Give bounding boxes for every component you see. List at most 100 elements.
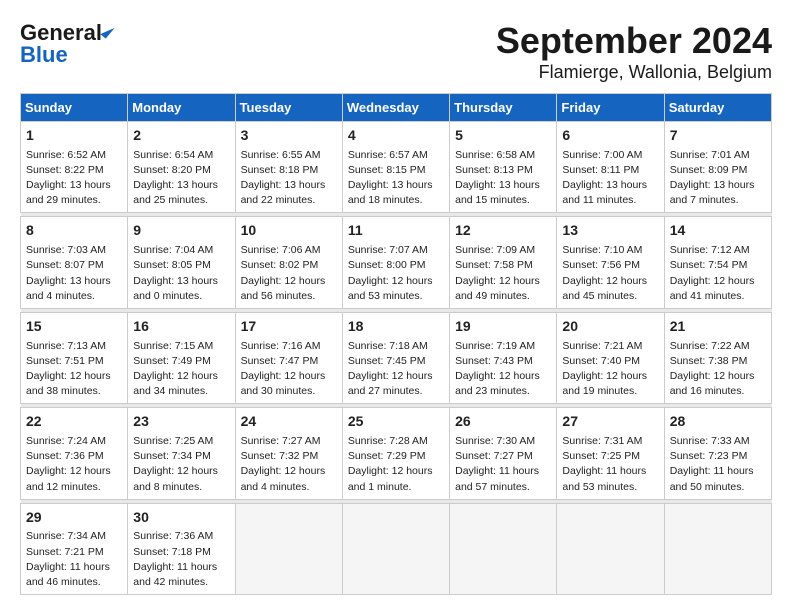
day-number: 4 bbox=[348, 126, 444, 146]
calendar-cell: 4Sunrise: 6:57 AM Sunset: 8:15 PM Daylig… bbox=[342, 122, 449, 213]
day-number: 7 bbox=[670, 126, 766, 146]
day-number: 29 bbox=[26, 508, 122, 528]
day-info: Sunrise: 7:12 AM Sunset: 7:54 PM Dayligh… bbox=[670, 243, 766, 304]
location: Flamierge, Wallonia, Belgium bbox=[496, 62, 772, 83]
calendar-cell: 3Sunrise: 6:55 AM Sunset: 8:18 PM Daylig… bbox=[235, 122, 342, 213]
calendar-cell: 1Sunrise: 6:52 AM Sunset: 8:22 PM Daylig… bbox=[21, 122, 128, 213]
calendar-cell bbox=[557, 503, 664, 594]
day-info: Sunrise: 7:22 AM Sunset: 7:38 PM Dayligh… bbox=[670, 339, 766, 400]
day-info: Sunrise: 7:33 AM Sunset: 7:23 PM Dayligh… bbox=[670, 434, 766, 495]
day-number: 26 bbox=[455, 412, 551, 432]
day-info: Sunrise: 7:21 AM Sunset: 7:40 PM Dayligh… bbox=[562, 339, 658, 400]
weekday-header-wednesday: Wednesday bbox=[342, 94, 449, 122]
calendar-cell: 26Sunrise: 7:30 AM Sunset: 7:27 PM Dayli… bbox=[450, 408, 557, 499]
day-number: 10 bbox=[241, 221, 337, 241]
calendar-cell: 29Sunrise: 7:34 AM Sunset: 7:21 PM Dayli… bbox=[21, 503, 128, 594]
weekday-header-monday: Monday bbox=[128, 94, 235, 122]
day-number: 24 bbox=[241, 412, 337, 432]
calendar-cell bbox=[342, 503, 449, 594]
day-info: Sunrise: 7:16 AM Sunset: 7:47 PM Dayligh… bbox=[241, 339, 337, 400]
day-number: 21 bbox=[670, 317, 766, 337]
day-number: 1 bbox=[26, 126, 122, 146]
calendar-week-4: 22Sunrise: 7:24 AM Sunset: 7:36 PM Dayli… bbox=[21, 408, 772, 499]
day-info: Sunrise: 7:04 AM Sunset: 8:05 PM Dayligh… bbox=[133, 243, 229, 304]
day-number: 12 bbox=[455, 221, 551, 241]
calendar-cell: 8Sunrise: 7:03 AM Sunset: 8:07 PM Daylig… bbox=[21, 217, 128, 308]
calendar-cell: 5Sunrise: 6:58 AM Sunset: 8:13 PM Daylig… bbox=[450, 122, 557, 213]
day-number: 23 bbox=[133, 412, 229, 432]
weekday-header-tuesday: Tuesday bbox=[235, 94, 342, 122]
day-info: Sunrise: 7:15 AM Sunset: 7:49 PM Dayligh… bbox=[133, 339, 229, 400]
day-info: Sunrise: 7:24 AM Sunset: 7:36 PM Dayligh… bbox=[26, 434, 122, 495]
calendar-cell: 25Sunrise: 7:28 AM Sunset: 7:29 PM Dayli… bbox=[342, 408, 449, 499]
day-info: Sunrise: 7:09 AM Sunset: 7:58 PM Dayligh… bbox=[455, 243, 551, 304]
calendar-cell: 23Sunrise: 7:25 AM Sunset: 7:34 PM Dayli… bbox=[128, 408, 235, 499]
title-block: September 2024 Flamierge, Wallonia, Belg… bbox=[496, 20, 772, 83]
calendar-cell: 20Sunrise: 7:21 AM Sunset: 7:40 PM Dayli… bbox=[557, 312, 664, 403]
calendar-cell: 16Sunrise: 7:15 AM Sunset: 7:49 PM Dayli… bbox=[128, 312, 235, 403]
page-header: General Blue September 2024 Flamierge, W… bbox=[20, 20, 772, 83]
day-info: Sunrise: 6:54 AM Sunset: 8:20 PM Dayligh… bbox=[133, 148, 229, 209]
calendar-header-row: SundayMondayTuesdayWednesdayThursdayFrid… bbox=[21, 94, 772, 122]
day-info: Sunrise: 7:30 AM Sunset: 7:27 PM Dayligh… bbox=[455, 434, 551, 495]
day-number: 22 bbox=[26, 412, 122, 432]
day-number: 18 bbox=[348, 317, 444, 337]
day-number: 20 bbox=[562, 317, 658, 337]
weekday-header-saturday: Saturday bbox=[664, 94, 771, 122]
logo-arrow-icon bbox=[100, 23, 114, 38]
calendar-cell: 7Sunrise: 7:01 AM Sunset: 8:09 PM Daylig… bbox=[664, 122, 771, 213]
weekday-header-friday: Friday bbox=[557, 94, 664, 122]
day-info: Sunrise: 6:58 AM Sunset: 8:13 PM Dayligh… bbox=[455, 148, 551, 209]
day-number: 11 bbox=[348, 221, 444, 241]
weekday-header-thursday: Thursday bbox=[450, 94, 557, 122]
day-info: Sunrise: 6:52 AM Sunset: 8:22 PM Dayligh… bbox=[26, 148, 122, 209]
day-number: 28 bbox=[670, 412, 766, 432]
day-info: Sunrise: 7:13 AM Sunset: 7:51 PM Dayligh… bbox=[26, 339, 122, 400]
calendar-cell: 6Sunrise: 7:00 AM Sunset: 8:11 PM Daylig… bbox=[557, 122, 664, 213]
calendar-cell: 27Sunrise: 7:31 AM Sunset: 7:25 PM Dayli… bbox=[557, 408, 664, 499]
day-info: Sunrise: 7:07 AM Sunset: 8:00 PM Dayligh… bbox=[348, 243, 444, 304]
calendar-cell: 13Sunrise: 7:10 AM Sunset: 7:56 PM Dayli… bbox=[557, 217, 664, 308]
day-info: Sunrise: 7:36 AM Sunset: 7:18 PM Dayligh… bbox=[133, 529, 229, 590]
day-number: 17 bbox=[241, 317, 337, 337]
calendar-cell bbox=[664, 503, 771, 594]
calendar-cell: 15Sunrise: 7:13 AM Sunset: 7:51 PM Dayli… bbox=[21, 312, 128, 403]
day-info: Sunrise: 7:25 AM Sunset: 7:34 PM Dayligh… bbox=[133, 434, 229, 495]
day-number: 13 bbox=[562, 221, 658, 241]
calendar-week-3: 15Sunrise: 7:13 AM Sunset: 7:51 PM Dayli… bbox=[21, 312, 772, 403]
day-number: 16 bbox=[133, 317, 229, 337]
calendar-cell: 18Sunrise: 7:18 AM Sunset: 7:45 PM Dayli… bbox=[342, 312, 449, 403]
weekday-header-sunday: Sunday bbox=[21, 94, 128, 122]
day-info: Sunrise: 7:19 AM Sunset: 7:43 PM Dayligh… bbox=[455, 339, 551, 400]
day-info: Sunrise: 7:34 AM Sunset: 7:21 PM Dayligh… bbox=[26, 529, 122, 590]
day-number: 19 bbox=[455, 317, 551, 337]
calendar-cell: 9Sunrise: 7:04 AM Sunset: 8:05 PM Daylig… bbox=[128, 217, 235, 308]
day-number: 30 bbox=[133, 508, 229, 528]
calendar-cell: 10Sunrise: 7:06 AM Sunset: 8:02 PM Dayli… bbox=[235, 217, 342, 308]
day-info: Sunrise: 7:10 AM Sunset: 7:56 PM Dayligh… bbox=[562, 243, 658, 304]
day-number: 14 bbox=[670, 221, 766, 241]
day-info: Sunrise: 7:31 AM Sunset: 7:25 PM Dayligh… bbox=[562, 434, 658, 495]
calendar-cell: 11Sunrise: 7:07 AM Sunset: 8:00 PM Dayli… bbox=[342, 217, 449, 308]
calendar-cell: 12Sunrise: 7:09 AM Sunset: 7:58 PM Dayli… bbox=[450, 217, 557, 308]
day-number: 27 bbox=[562, 412, 658, 432]
calendar-cell: 28Sunrise: 7:33 AM Sunset: 7:23 PM Dayli… bbox=[664, 408, 771, 499]
day-number: 25 bbox=[348, 412, 444, 432]
calendar-week-5: 29Sunrise: 7:34 AM Sunset: 7:21 PM Dayli… bbox=[21, 503, 772, 594]
calendar-week-2: 8Sunrise: 7:03 AM Sunset: 8:07 PM Daylig… bbox=[21, 217, 772, 308]
calendar-cell: 17Sunrise: 7:16 AM Sunset: 7:47 PM Dayli… bbox=[235, 312, 342, 403]
day-info: Sunrise: 7:28 AM Sunset: 7:29 PM Dayligh… bbox=[348, 434, 444, 495]
calendar-cell: 14Sunrise: 7:12 AM Sunset: 7:54 PM Dayli… bbox=[664, 217, 771, 308]
logo: General Blue bbox=[20, 20, 111, 68]
calendar-cell: 19Sunrise: 7:19 AM Sunset: 7:43 PM Dayli… bbox=[450, 312, 557, 403]
day-info: Sunrise: 7:01 AM Sunset: 8:09 PM Dayligh… bbox=[670, 148, 766, 209]
logo-blue: Blue bbox=[20, 42, 68, 68]
day-info: Sunrise: 6:57 AM Sunset: 8:15 PM Dayligh… bbox=[348, 148, 444, 209]
calendar-week-1: 1Sunrise: 6:52 AM Sunset: 8:22 PM Daylig… bbox=[21, 122, 772, 213]
calendar-cell: 22Sunrise: 7:24 AM Sunset: 7:36 PM Dayli… bbox=[21, 408, 128, 499]
day-number: 5 bbox=[455, 126, 551, 146]
day-number: 3 bbox=[241, 126, 337, 146]
day-number: 15 bbox=[26, 317, 122, 337]
day-number: 9 bbox=[133, 221, 229, 241]
day-info: Sunrise: 7:27 AM Sunset: 7:32 PM Dayligh… bbox=[241, 434, 337, 495]
